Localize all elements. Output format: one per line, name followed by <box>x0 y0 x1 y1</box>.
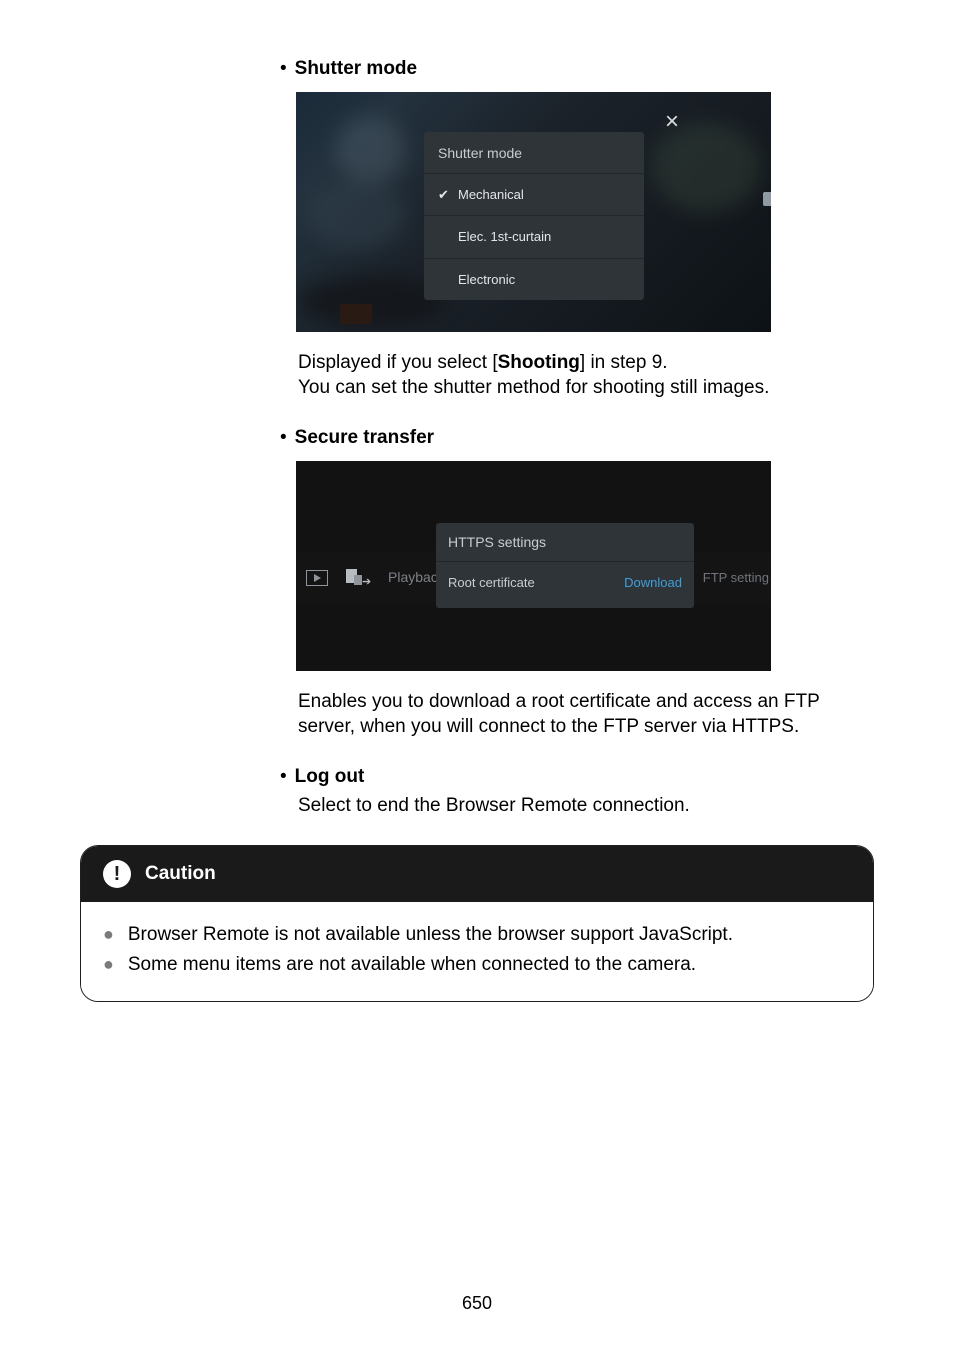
bullet-icon: ● <box>103 922 114 943</box>
caution-item: ● Browser Remote is not available unless… <box>103 922 851 948</box>
option-label: Elec. 1st-curtain <box>458 229 551 244</box>
https-panel-title: HTTPS settings <box>436 523 694 562</box>
heading-log-out: Log out <box>295 764 365 790</box>
caution-text: Browser Remote is not available unless t… <box>128 922 733 948</box>
option-electronic[interactable]: Electronic <box>424 258 644 301</box>
root-certificate-label: Root certificate <box>448 574 535 592</box>
bullet-dot: • <box>280 764 287 790</box>
caution-header: ! Caution <box>81 846 873 902</box>
bullet-icon: ● <box>103 952 114 973</box>
page-number: 650 <box>0 1291 954 1315</box>
logout-desc: Select to end the Browser Remote connect… <box>298 793 900 819</box>
caution-item: ● Some menu items are not available when… <box>103 952 851 978</box>
caution-title: Caution <box>145 861 216 887</box>
option-mechanical[interactable]: ✔ Mechanical <box>424 173 644 216</box>
shutter-desc-line1: Displayed if you select [Shooting] in st… <box>298 350 900 376</box>
option-label: Mechanical <box>458 187 524 202</box>
check-icon: ✔ <box>438 186 449 204</box>
heading-secure-transfer: Secure transfer <box>295 425 434 451</box>
option-elec-1st-curtain[interactable]: Elec. 1st-curtain <box>424 215 644 258</box>
heading-shutter-mode: Shutter mode <box>295 56 417 82</box>
download-link[interactable]: Download <box>624 574 682 592</box>
caution-box: ! Caution ● Browser Remote is not availa… <box>80 845 874 1002</box>
secure-desc-line1: Enables you to download a root certifica… <box>298 689 900 715</box>
bullet-dot: • <box>280 56 287 82</box>
secure-desc-line2: server, when you will connect to the FTP… <box>298 714 900 740</box>
bullet-dot: • <box>280 425 287 451</box>
ftp-setting-icon[interactable]: ➔ <box>346 567 368 589</box>
caution-icon: ! <box>103 860 131 888</box>
https-settings-panel: HTTPS settings Root certificate Download <box>436 523 694 608</box>
option-label: Electronic <box>458 272 515 287</box>
screenshot-shutter-mode: × Shutter mode ✔ Mechanical Elec. 1st-cu… <box>296 92 771 332</box>
close-icon[interactable]: × <box>665 106 679 138</box>
shutter-desc-line2: You can set the shutter method for shoot… <box>298 375 900 401</box>
screenshot-https-settings: Playback FTP setting ➔ .https-row { } .h… <box>296 461 771 671</box>
caution-text: Some menu items are not available when c… <box>128 952 696 978</box>
panel-title-shutter: Shutter mode <box>424 132 644 173</box>
ftp-setting-label: FTP setting <box>703 569 769 587</box>
playback-icon[interactable] <box>306 570 328 586</box>
